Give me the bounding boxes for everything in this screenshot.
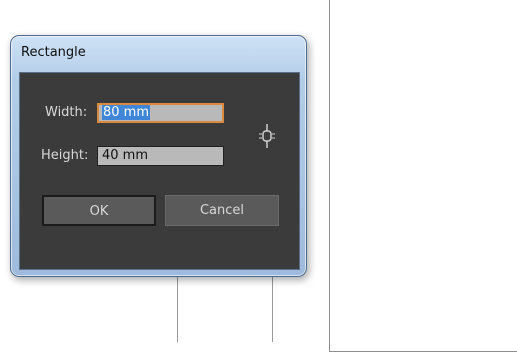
guide-line [177, 272, 178, 342]
width-field[interactable]: 80 mm [97, 103, 224, 123]
artboard [329, 0, 517, 352]
width-label: Width: [45, 105, 88, 120]
height-field[interactable]: 40 mm [97, 146, 224, 166]
cancel-button[interactable]: Cancel [165, 195, 279, 226]
chain-link-icon[interactable] [259, 123, 275, 149]
height-label: Height: [41, 148, 89, 163]
rectangle-dialog: Rectangle Width: 80 mm Height: 40 mm OK … [10, 35, 307, 277]
dialog-body: Width: 80 mm Height: 40 mm OK Cancel [19, 72, 300, 270]
dialog-title: Rectangle [21, 45, 86, 60]
guide-line [272, 272, 273, 342]
ok-button[interactable]: OK [42, 195, 156, 226]
width-value: 80 mm [102, 105, 151, 120]
